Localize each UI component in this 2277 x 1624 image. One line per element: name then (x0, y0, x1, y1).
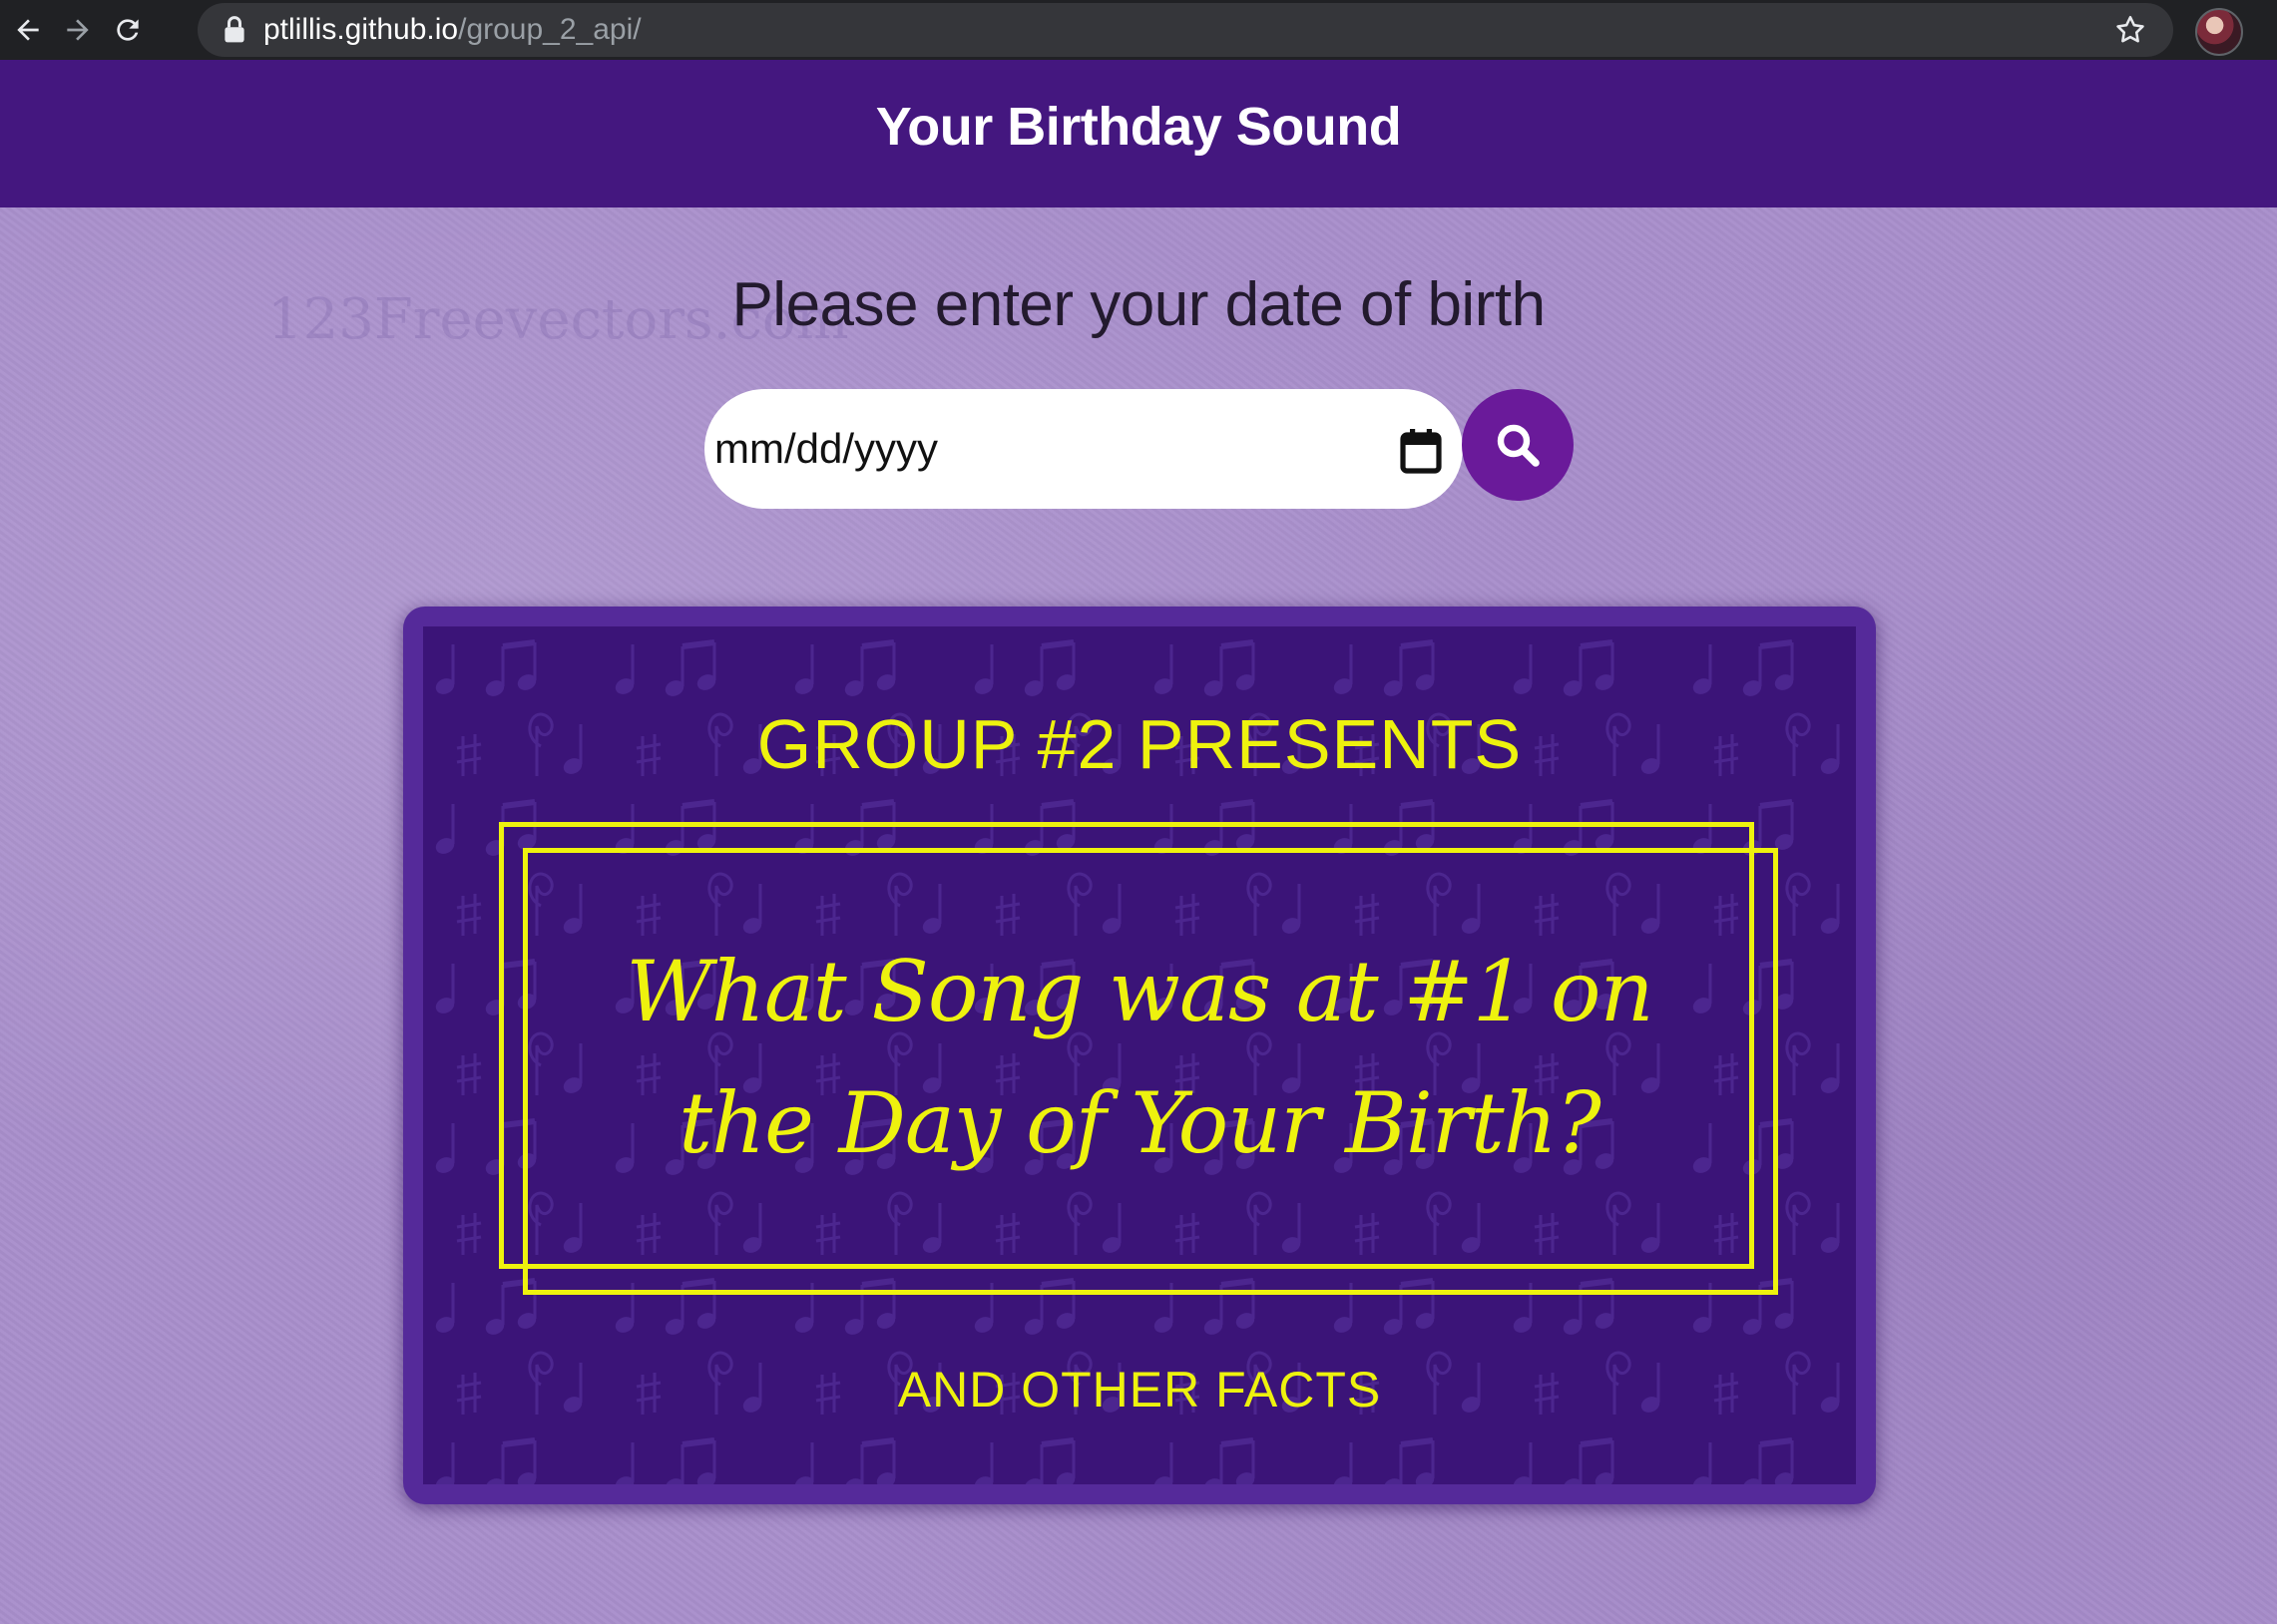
back-arrow-icon (17, 19, 39, 41)
date-of-birth-input[interactable]: mm/dd/yyyy (704, 389, 1463, 509)
page-title: Your Birthday Sound (875, 97, 1402, 157)
url-path: /group_2_api/ (458, 13, 642, 46)
back-button[interactable] (6, 8, 50, 52)
url-text: ptlillis.github.io/group_2_api/ (263, 13, 642, 47)
banner-footer-text: AND OTHER FACTS (897, 1362, 1382, 1418)
lock-icon (225, 16, 244, 43)
banner-inner: GROUP #2 PRESENTS What Song was at #1 on… (423, 626, 1856, 1484)
search-icon (1497, 424, 1540, 467)
search-button[interactable] (1462, 389, 1574, 501)
date-placeholder: mm/dd/yyyy (714, 425, 939, 472)
reload-icon (117, 19, 139, 41)
banner-headline: What Song was at #1 on the Day of Your B… (503, 926, 1776, 1189)
forward-button[interactable] (56, 8, 100, 52)
browser-toolbar: ptlillis.github.io/group_2_api/ (0, 0, 2277, 60)
bookmark-star-icon[interactable] (2113, 13, 2147, 47)
url-host: ptlillis.github.io (263, 13, 459, 46)
dob-prompt: Please enter your date of birth (731, 270, 1546, 339)
forward-arrow-icon (67, 19, 89, 41)
banner-presents-text: GROUP #2 PRESENTS (756, 705, 1523, 783)
site-header: Your Birthday Sound (0, 60, 2277, 207)
address-bar[interactable]: ptlillis.github.io/group_2_api/ (198, 3, 2173, 57)
reload-button[interactable] (106, 8, 150, 52)
calendar-icon[interactable] (1399, 427, 1443, 475)
banner-image: GROUP #2 PRESENTS What Song was at #1 on… (403, 607, 1876, 1504)
banner-headline-line1: What Song was at #1 on (626, 943, 1653, 1040)
profile-avatar[interactable] (2195, 8, 2243, 56)
banner-headline-line2: the Day of Your Birth? (679, 1074, 1601, 1172)
